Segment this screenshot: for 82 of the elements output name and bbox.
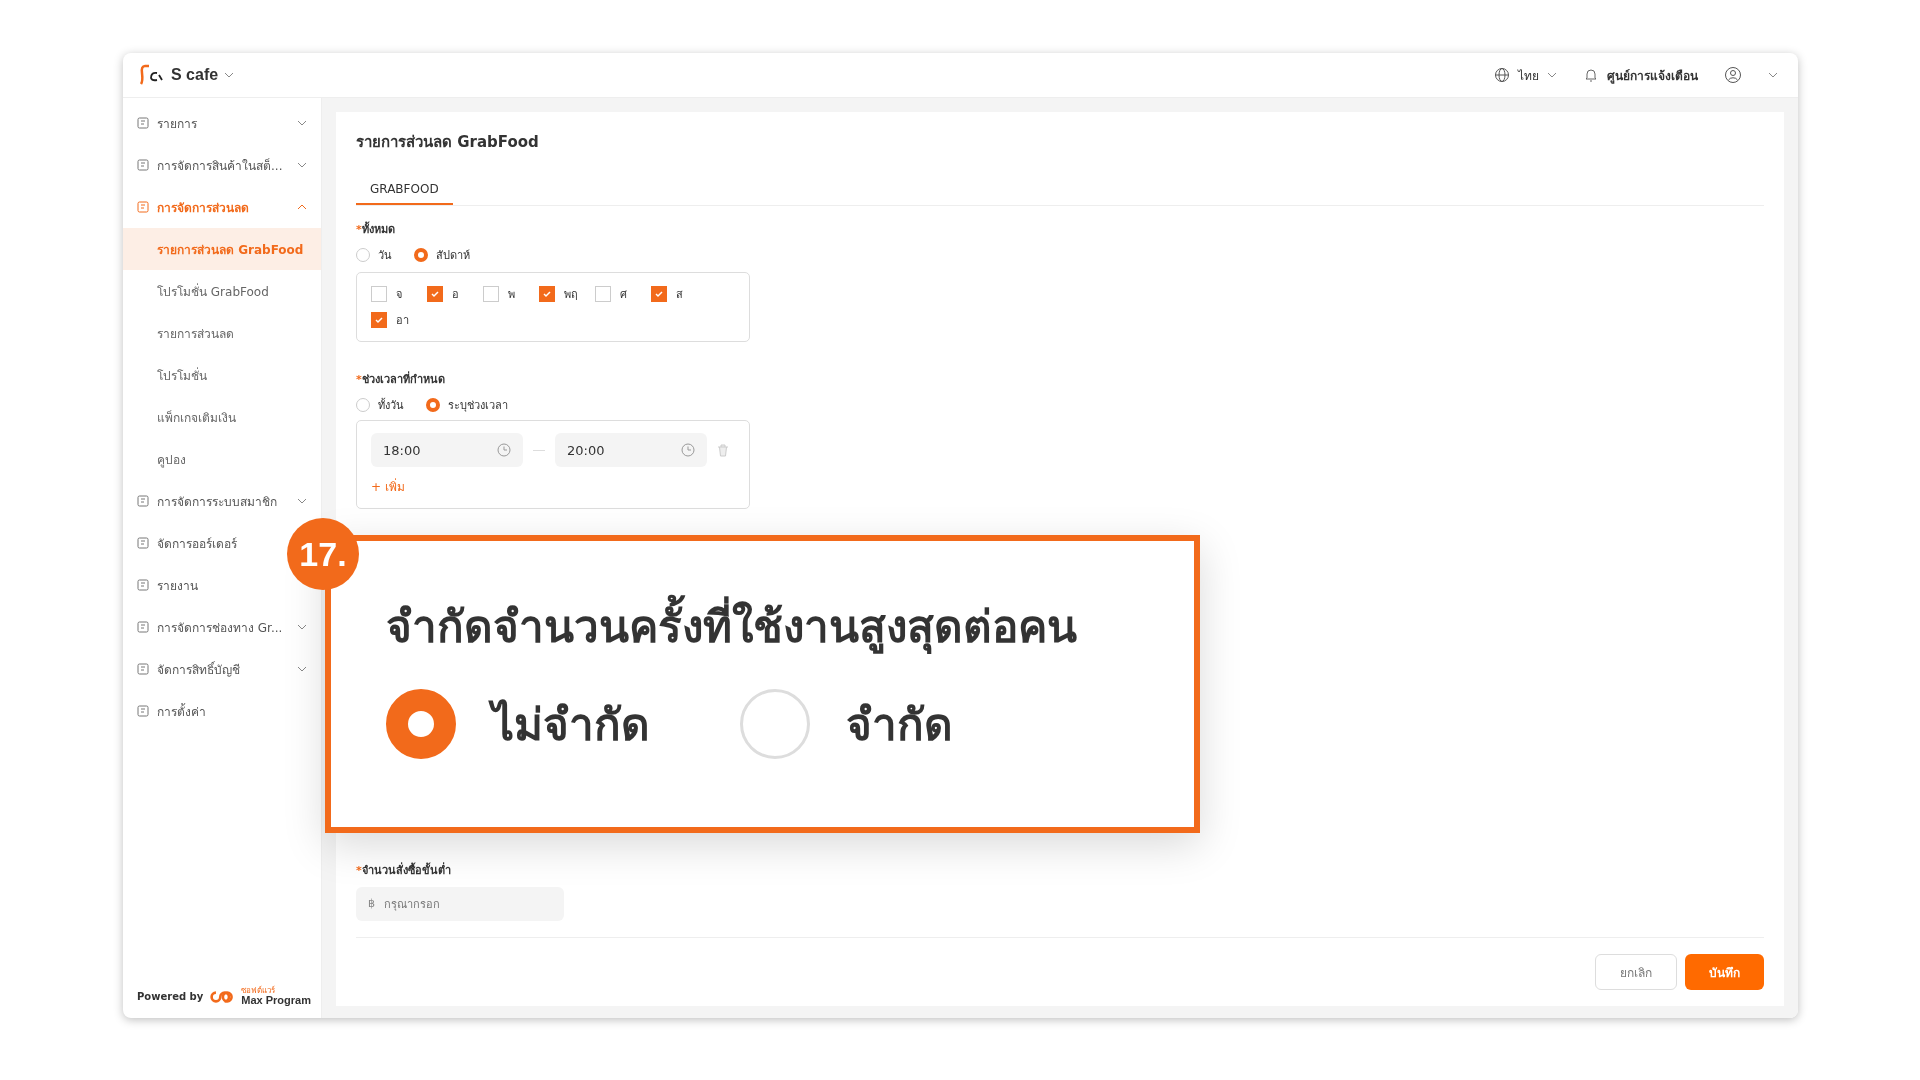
menu-icon bbox=[137, 159, 149, 171]
cancel-button[interactable]: ยกเลิก bbox=[1595, 954, 1677, 990]
tab[interactable]: GRABFOOD bbox=[356, 176, 453, 205]
language-selector[interactable]: ไทย bbox=[1518, 65, 1539, 85]
checkbox[interactable] bbox=[371, 286, 387, 302]
radio-label: จำกัด bbox=[846, 698, 953, 752]
checkbox-label: ศ bbox=[620, 287, 627, 303]
radio-button[interactable] bbox=[386, 689, 456, 759]
chevron-down-icon[interactable] bbox=[1547, 70, 1557, 80]
menu-icon bbox=[137, 201, 149, 213]
checkbox-label: อ bbox=[452, 287, 459, 303]
required-mark: * bbox=[356, 373, 362, 386]
trash-icon[interactable] bbox=[717, 443, 729, 457]
sidebar-item[interactable]: การตั้งค่า bbox=[123, 690, 321, 732]
menu-icon bbox=[137, 663, 149, 675]
menu-icon bbox=[137, 537, 149, 549]
sidebar-subitem[interactable]: โปรโมชั่น bbox=[123, 354, 321, 396]
checkbox[interactable] bbox=[483, 286, 499, 302]
sidebar-item[interactable]: การจัดการสินค้าในสต็... bbox=[123, 144, 321, 186]
sidebar-subitem[interactable]: คูปอง bbox=[123, 438, 321, 480]
checkbox[interactable] bbox=[595, 286, 611, 302]
field-label: จำนวนสั่งซื้อขั้นต่ำ bbox=[361, 864, 451, 877]
radio-button[interactable] bbox=[426, 398, 440, 412]
checkbox-label: อา bbox=[396, 313, 409, 329]
clock-icon bbox=[497, 443, 511, 457]
menu-icon bbox=[137, 495, 149, 507]
chevron-icon[interactable] bbox=[297, 118, 307, 128]
radio-label: ระบุช่วงเวลา bbox=[448, 398, 508, 414]
page-title: รายการส่วนลด GrabFood bbox=[356, 132, 539, 153]
field-label: ช่วงเวลาที่กำหนด bbox=[361, 373, 445, 386]
logo-caption: ซอฟต์แวร์ bbox=[241, 987, 277, 995]
check-icon bbox=[542, 289, 552, 299]
checkbox[interactable] bbox=[651, 286, 667, 302]
chevron-icon[interactable] bbox=[297, 160, 307, 170]
check-icon bbox=[374, 315, 384, 325]
chevron-icon[interactable] bbox=[297, 664, 307, 674]
radio-button[interactable] bbox=[414, 248, 428, 262]
chevron-icon[interactable] bbox=[297, 202, 307, 212]
chevron-icon[interactable] bbox=[297, 496, 307, 506]
required-mark: * bbox=[356, 223, 362, 236]
user-avatar-icon[interactable] bbox=[1724, 66, 1742, 84]
sidebar-subitem[interactable]: แพ็กเกจเติมเงิน bbox=[123, 396, 321, 438]
cafe-logo-icon bbox=[139, 63, 165, 87]
radio-label: วัน bbox=[378, 248, 392, 264]
menu-icon bbox=[137, 705, 149, 717]
radio-label: สัปดาห์ bbox=[436, 248, 470, 264]
powered-by-label: Powered by bbox=[137, 991, 204, 1002]
checkbox[interactable] bbox=[539, 286, 555, 302]
callout-title: จำกัดจำนวนครั้งที่ใช้งานสูงสุดต่อคน bbox=[386, 591, 1194, 661]
checkbox-label: จ bbox=[396, 287, 402, 303]
currency-symbol: ฿ bbox=[368, 897, 375, 910]
checkbox-label: พฤ bbox=[564, 287, 578, 303]
chevron-down-icon[interactable] bbox=[1768, 70, 1778, 80]
globe-icon[interactable] bbox=[1494, 67, 1510, 83]
sidebar-subitem[interactable]: รายการส่วนลด bbox=[123, 312, 321, 354]
menu-icon bbox=[137, 579, 149, 591]
checkbox[interactable] bbox=[371, 312, 387, 328]
sidebar-item[interactable]: จัดการสิทธิ์บัญชี bbox=[123, 648, 321, 690]
clock-icon bbox=[681, 443, 695, 457]
menu-icon bbox=[137, 117, 149, 129]
required-mark: * bbox=[356, 864, 362, 877]
menu-icon bbox=[137, 621, 149, 633]
chevron-down-icon[interactable] bbox=[224, 70, 235, 80]
step-badge: 17. bbox=[287, 518, 359, 590]
check-icon bbox=[430, 289, 440, 299]
sidebar-subitem[interactable]: โปรโมชั่น GrabFood bbox=[123, 270, 321, 312]
checkbox[interactable] bbox=[427, 286, 443, 302]
sidebar-item[interactable]: การจัดการช่องทาง Gr... bbox=[123, 606, 321, 648]
checkbox-label: ส bbox=[676, 287, 683, 303]
check-icon bbox=[654, 289, 664, 299]
notification-center-link[interactable]: ศูนย์การแจ้งเตือน bbox=[1607, 65, 1698, 85]
time-field[interactable]: 18:00 bbox=[371, 433, 523, 467]
field-label: ทั้งหมด bbox=[361, 223, 395, 236]
checkbox-label: พ bbox=[508, 287, 515, 303]
chevron-icon[interactable] bbox=[297, 622, 307, 632]
bell-icon[interactable] bbox=[1583, 67, 1599, 83]
sidebar-item[interactable]: รายการ bbox=[123, 102, 321, 144]
infinity-logo-icon bbox=[209, 988, 236, 1005]
radio-label: ทั้งวัน bbox=[378, 397, 404, 414]
brand-name[interactable]: S cafe bbox=[171, 66, 219, 84]
time-field[interactable]: 20:00 bbox=[555, 433, 707, 467]
logo-text: Max Program bbox=[241, 995, 311, 1006]
